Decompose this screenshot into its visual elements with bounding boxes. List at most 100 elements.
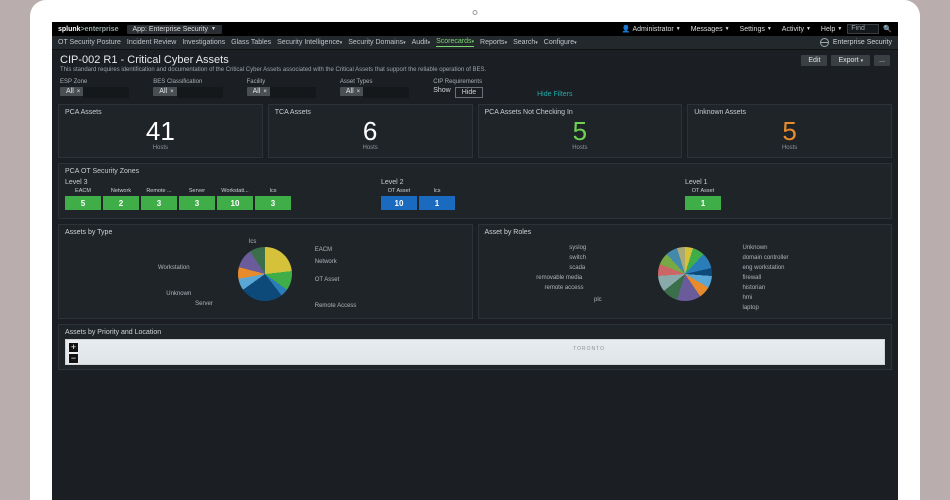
pie-label: Workstation bbox=[158, 265, 190, 271]
metric-title: Unknown Assets bbox=[694, 109, 885, 116]
metric-title: PCA Assets Not Checking In bbox=[485, 109, 676, 116]
filter-input-bes[interactable] bbox=[177, 87, 223, 98]
zone-cell[interactable]: OT Asset1 bbox=[685, 188, 721, 210]
zone-cell[interactable]: Ics3 bbox=[255, 188, 291, 210]
global-topbar: splunk>enterprise App: Enterprise Securi… bbox=[52, 22, 898, 36]
pie-chart-asset-by-roles bbox=[658, 247, 712, 301]
nav-configure[interactable]: Configure▾ bbox=[544, 39, 577, 46]
metric-value: 41 bbox=[65, 118, 256, 144]
nav-audit[interactable]: Audit▾ bbox=[412, 39, 430, 46]
app-nav: OT Security Posture Incident Review Inve… bbox=[52, 36, 898, 50]
nav-incident-review[interactable]: Incident Review bbox=[127, 39, 176, 46]
help-menu[interactable]: Help▼ bbox=[821, 26, 842, 33]
zone-cell[interactable]: EACM 5 bbox=[65, 188, 101, 210]
pie-label: domain controller bbox=[743, 255, 789, 261]
activity-menu[interactable]: Activity▼ bbox=[782, 26, 811, 33]
close-icon[interactable]: × bbox=[77, 89, 81, 95]
metric-unknown: Unknown Assets 5 Hosts bbox=[687, 104, 892, 158]
zone-cell[interactable]: Ics 1 bbox=[419, 188, 455, 210]
pie-label: historian bbox=[743, 285, 766, 291]
metric-title: PCA Assets bbox=[65, 109, 256, 116]
metric-unit: Hosts bbox=[65, 145, 256, 151]
messages-menu[interactable]: Messages▼ bbox=[691, 26, 730, 33]
panel-title: Assets by Type bbox=[65, 229, 466, 236]
app-title: Enterprise Security bbox=[820, 38, 892, 47]
filter-chip-facility[interactable]: All× bbox=[247, 87, 271, 96]
filter-chip-asset-types[interactable]: All× bbox=[340, 87, 364, 96]
zone-cell[interactable]: Workstati...10 bbox=[217, 188, 253, 210]
nav-scorecards[interactable]: Scorecards▾ bbox=[436, 38, 474, 47]
metric-value: 5 bbox=[694, 118, 885, 144]
show-label: Show bbox=[433, 87, 451, 98]
camera-dot bbox=[473, 10, 478, 15]
pie-label: syslog bbox=[569, 245, 586, 251]
zones-title: PCA OT Security Zones bbox=[65, 168, 885, 175]
hide-button[interactable]: Hide bbox=[455, 87, 483, 98]
filter-label-asset-types: Asset Types bbox=[340, 79, 409, 85]
zone-cell-name: Ics bbox=[269, 188, 276, 194]
filter-bar: ESP Zone All× BES Classification All× Fa… bbox=[52, 77, 898, 104]
search-icon[interactable]: 🔍 bbox=[883, 25, 892, 33]
nav-reports[interactable]: Reports▾ bbox=[480, 39, 507, 46]
pie-label: Network bbox=[315, 259, 337, 265]
map[interactable]: + − TORONTO bbox=[65, 339, 885, 365]
settings-menu[interactable]: Settings▼ bbox=[740, 26, 772, 33]
zone-cell-name: Ics bbox=[433, 188, 440, 194]
brand: splunk>enterprise bbox=[58, 26, 119, 33]
assets-map-panel: Assets by Priority and Location + − TORO… bbox=[58, 324, 892, 370]
zoom-in-button[interactable]: + bbox=[68, 342, 79, 353]
pie-label: Unknown bbox=[743, 245, 768, 251]
zone-cell[interactable]: Server3 bbox=[179, 188, 215, 210]
nav-search[interactable]: Search▾ bbox=[513, 39, 538, 46]
zone-cell[interactable]: Network2 bbox=[103, 188, 139, 210]
zone-cell-name: Remote ... bbox=[146, 188, 171, 194]
filter-input-asset-types[interactable] bbox=[363, 87, 409, 98]
zone-cell-value: 5 bbox=[65, 196, 101, 210]
filter-label-facility: Facility bbox=[247, 79, 316, 85]
metric-pca: PCA Assets 41 Hosts bbox=[58, 104, 263, 158]
metric-value: 5 bbox=[485, 118, 676, 144]
metric-title: TCA Assets bbox=[275, 109, 466, 116]
zone-cell-name: EACM bbox=[75, 188, 91, 194]
admin-menu[interactable]: 👤Administrator▼ bbox=[622, 25, 681, 33]
filter-input-esp[interactable] bbox=[83, 87, 129, 98]
metric-unit: Hosts bbox=[275, 145, 466, 151]
close-icon[interactable]: × bbox=[263, 89, 267, 95]
metric-unit: Hosts bbox=[485, 145, 676, 151]
zone-level-2: Level 2 OT Asset10Ics1 bbox=[381, 179, 455, 210]
zone-cell-value: 1 bbox=[685, 196, 721, 210]
zone-cell-value: 3 bbox=[141, 196, 177, 210]
filter-chip-esp[interactable]: All× bbox=[60, 87, 84, 96]
nav-security-domains[interactable]: Security Domains▾ bbox=[348, 39, 405, 46]
close-icon[interactable]: × bbox=[357, 89, 361, 95]
app-window: splunk>enterprise App: Enterprise Securi… bbox=[52, 22, 898, 500]
zones-panel: PCA OT Security Zones Level 3 EACM5Netwo… bbox=[58, 163, 892, 219]
zone-cell-name: Network bbox=[111, 188, 131, 194]
nav-ot-security-posture[interactable]: OT Security Posture bbox=[58, 39, 121, 46]
hide-filters-link[interactable]: Hide Filters bbox=[537, 91, 572, 98]
filter-label-cip: CIP Requirements bbox=[433, 79, 483, 85]
zoom-out-button[interactable]: − bbox=[68, 353, 79, 364]
find-input[interactable]: Find bbox=[847, 24, 879, 34]
globe-icon bbox=[820, 38, 829, 47]
pie-label: laptop bbox=[743, 305, 759, 311]
assets-by-type-panel: Assets by Type Workstation Unknown Serve… bbox=[58, 224, 473, 319]
zone-cell[interactable]: Remote ... 3 bbox=[141, 188, 177, 210]
zone-cell-value: 1 bbox=[419, 196, 455, 210]
nav-security-intelligence[interactable]: Security Intelligence▾ bbox=[277, 39, 342, 46]
filter-input-facility[interactable] bbox=[270, 87, 316, 98]
pie-label: plc bbox=[594, 297, 602, 303]
nav-glass-tables[interactable]: Glass Tables bbox=[231, 39, 271, 46]
pie-label: hmi bbox=[743, 295, 753, 301]
asset-by-roles-panel: Asset by Roles syslog switch scada remov… bbox=[478, 224, 893, 319]
close-icon[interactable]: × bbox=[170, 89, 174, 95]
zone-cell[interactable]: OT Asset10 bbox=[381, 188, 417, 210]
app-picker[interactable]: App: Enterprise Security▼ bbox=[127, 25, 222, 34]
nav-investigations[interactable]: Investigations bbox=[182, 39, 225, 46]
filter-chip-bes[interactable]: All× bbox=[153, 87, 177, 96]
pie-label: EACM bbox=[315, 247, 332, 253]
pie-label: Ics bbox=[249, 239, 257, 245]
more-button[interactable]: ... bbox=[874, 55, 890, 66]
edit-button[interactable]: Edit bbox=[801, 55, 827, 66]
export-button[interactable]: Export ▾ bbox=[831, 55, 870, 66]
